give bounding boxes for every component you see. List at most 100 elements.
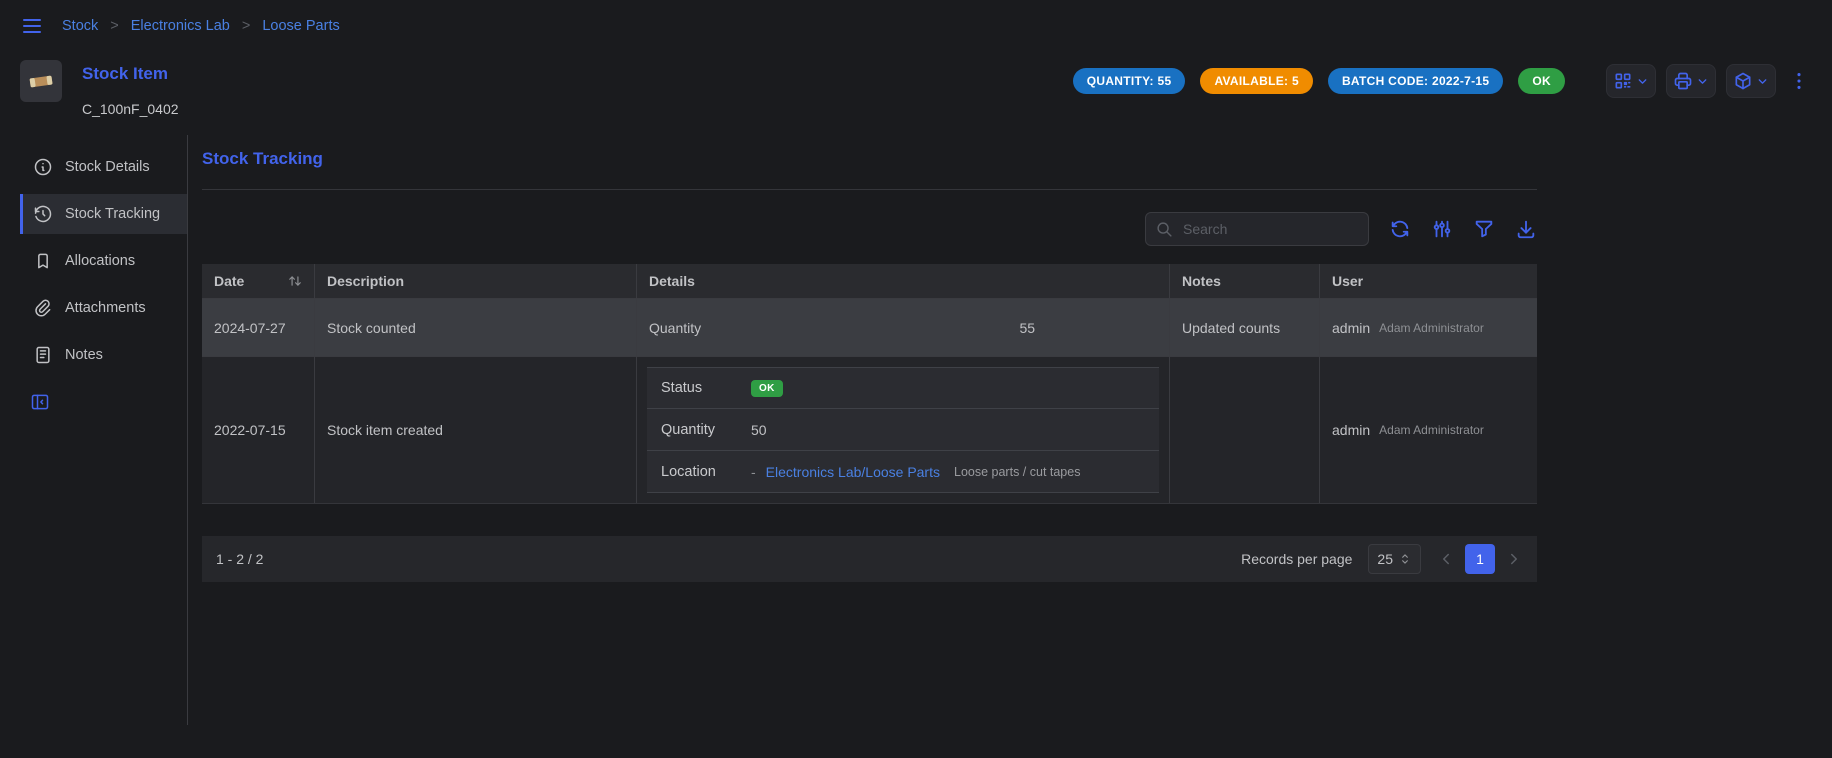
detail-key: Location	[661, 464, 751, 480]
description-value: Stock counted	[327, 320, 416, 336]
bookmark-icon	[33, 251, 53, 271]
adjustments-icon	[1431, 218, 1453, 240]
filter-icon	[1473, 218, 1495, 240]
quantity-badge: QUANTITY: 55	[1073, 68, 1186, 94]
column-header-user: User	[1320, 264, 1537, 298]
column-label: User	[1332, 273, 1363, 289]
search-box	[1145, 212, 1369, 246]
column-header-notes: Notes	[1170, 264, 1320, 298]
table-options-button[interactable]	[1431, 218, 1453, 240]
search-icon	[1156, 221, 1173, 238]
column-header-details: Details	[637, 264, 1170, 298]
next-page-button[interactable]	[1505, 550, 1523, 568]
more-actions-button[interactable]	[1786, 70, 1812, 92]
sidebar-item-attachments[interactable]: Attachments	[20, 288, 187, 328]
user-fullname: Adam Administrator	[1379, 423, 1484, 437]
chevron-down-icon	[1696, 75, 1709, 88]
notes-cell	[1170, 357, 1320, 503]
barcode-actions-button[interactable]	[1606, 64, 1656, 98]
heading-divider	[202, 189, 1537, 190]
barcode-icon	[1613, 71, 1633, 91]
records-per-page-select[interactable]: 25	[1368, 544, 1421, 574]
sidebar: Stock Details Stock Tracking Allocations…	[20, 135, 188, 725]
date-cell: 2024-07-27	[202, 299, 315, 356]
content: Stock Details Stock Tracking Allocations…	[0, 135, 1832, 725]
refresh-button[interactable]	[1389, 218, 1411, 240]
sidebar-item-stock-details[interactable]: Stock Details	[20, 147, 187, 187]
detail-subrow-location: Location - Electronics Lab/Loose Parts L…	[647, 451, 1159, 493]
column-header-date[interactable]: Date	[202, 264, 315, 298]
stock-item-name: C_100nF_0402	[82, 101, 179, 117]
previous-page-button[interactable]	[1437, 550, 1455, 568]
breadcrumb-link-electronics-lab[interactable]: Electronics Lab	[131, 18, 230, 34]
status-badge: OK	[1518, 68, 1565, 94]
detail-key: Quantity	[649, 320, 701, 336]
sort-icon	[288, 274, 302, 288]
sidebar-item-allocations[interactable]: Allocations	[20, 241, 187, 281]
breadcrumb-separator: >	[110, 18, 118, 34]
column-label: Description	[327, 273, 404, 289]
detail-key: Status	[661, 380, 751, 396]
detail-subrow-quantity: Quantity 50	[647, 409, 1159, 451]
column-header-description[interactable]: Description	[315, 264, 637, 298]
table-header-row: Date Description Details Notes User	[202, 264, 1537, 298]
date-value: 2022-07-15	[214, 422, 286, 438]
paperclip-icon	[33, 298, 53, 318]
sidebar-item-label: Attachments	[65, 300, 146, 316]
download-icon	[1515, 218, 1537, 240]
menu-icon[interactable]	[20, 14, 44, 38]
sidebar-item-notes[interactable]: Notes	[20, 335, 187, 375]
details-cell: Quantity 55	[637, 299, 1170, 356]
batch-code-badge: BATCH CODE: 2022-7-15	[1328, 68, 1503, 94]
panel-heading: Stock Tracking	[202, 149, 1537, 169]
date-value: 2024-07-27	[214, 320, 286, 336]
chevron-right-icon	[1505, 550, 1523, 568]
notes-value: Updated counts	[1182, 320, 1280, 336]
breadcrumb-link-stock[interactable]: Stock	[62, 18, 98, 34]
sidebar-collapse-button[interactable]	[30, 392, 50, 412]
sidebar-collapse-icon	[30, 392, 50, 412]
download-button[interactable]	[1515, 218, 1537, 240]
table-row[interactable]: 2022-07-15 Stock item created Status OK …	[202, 356, 1537, 504]
location-link[interactable]: Electronics Lab/Loose Parts	[766, 464, 940, 480]
table-toolbar	[202, 212, 1537, 246]
table-footer: 1 - 2 / 2 Records per page 25 1	[202, 536, 1537, 582]
location-dash: -	[751, 464, 756, 480]
chevron-down-icon	[1636, 75, 1649, 88]
sidebar-item-stock-tracking[interactable]: Stock Tracking	[20, 194, 187, 234]
description-cell: Stock counted	[315, 299, 637, 356]
print-actions-button[interactable]	[1666, 64, 1716, 98]
table-row[interactable]: 2024-07-27 Stock counted Quantity 55 Upd…	[202, 298, 1537, 356]
capacitor-image	[26, 66, 56, 96]
username: admin	[1332, 320, 1370, 336]
date-cell: 2022-07-15	[202, 357, 315, 503]
stock-tracking-table: Date Description Details Notes User	[202, 264, 1537, 582]
user-cell: admin Adam Administrator	[1320, 357, 1537, 503]
breadcrumb-link-loose-parts[interactable]: Loose Parts	[262, 18, 339, 34]
detail-subrow-status: Status OK	[647, 367, 1159, 409]
stock-item-thumbnail[interactable]	[20, 60, 62, 102]
breadcrumb-separator: >	[242, 18, 250, 34]
records-per-page-value: 25	[1377, 551, 1393, 567]
page-header: Stock Item C_100nF_0402 QUANTITY: 55 AVA…	[0, 52, 1832, 135]
records-per-page-label: Records per page	[1241, 551, 1352, 567]
sidebar-item-label: Allocations	[65, 253, 135, 269]
location-description: Loose parts / cut tapes	[954, 465, 1080, 479]
filter-button[interactable]	[1473, 218, 1495, 240]
action-buttons	[1606, 64, 1812, 98]
printer-icon	[1673, 71, 1693, 91]
record-range: 1 - 2 / 2	[216, 551, 263, 567]
chevron-left-icon	[1437, 550, 1455, 568]
chevron-down-icon	[1756, 75, 1769, 88]
breadcrumb: Stock > Electronics Lab > Loose Parts	[62, 18, 340, 34]
pagination: 1	[1437, 544, 1523, 574]
note-icon	[33, 345, 53, 365]
column-label: Notes	[1182, 273, 1221, 289]
history-icon	[33, 204, 53, 224]
stock-actions-button[interactable]	[1726, 64, 1776, 98]
page-title: Stock Item	[82, 64, 179, 84]
page-number-button[interactable]: 1	[1465, 544, 1495, 574]
search-input[interactable]	[1181, 220, 1358, 238]
details-cell: Status OK Quantity 50 Location - Electro…	[637, 357, 1170, 503]
notes-cell: Updated counts	[1170, 299, 1320, 356]
